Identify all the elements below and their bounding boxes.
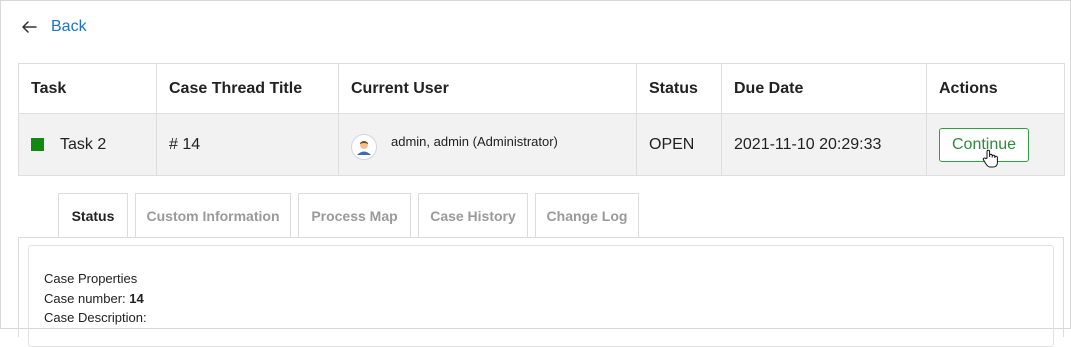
continue-button[interactable]: Continue (939, 127, 1030, 167)
tab-panel (18, 237, 1064, 347)
back-label[interactable]: Back (51, 18, 87, 36)
header-case-thread-title: Case Thread Title (156, 63, 339, 114)
current-user-cell: admin, admin (Administrator) (338, 113, 637, 176)
case-properties-box (28, 245, 1054, 347)
header-status: Status (636, 63, 722, 114)
case-number-label: Case number: (44, 290, 130, 306)
tab-status[interactable]: Status (58, 193, 128, 238)
table-row: Task 2 # 14 admin, admin (Administrator) (18, 113, 1065, 176)
user-avatar-icon (351, 133, 377, 160)
actions-cell: Continue (926, 113, 1065, 176)
arrow-left-icon (22, 21, 37, 33)
tab-change-log[interactable]: Change Log (535, 193, 639, 237)
due-date-cell: 2021-11-10 20:29:33 (721, 113, 927, 176)
case-number-row: Case number: 14 (44, 289, 147, 309)
user-name: admin, admin (Administrator) (391, 133, 558, 149)
tab-case-history[interactable]: Case History (418, 193, 528, 237)
task-status-square-icon (31, 138, 44, 151)
case-description-label: Case Description: (44, 310, 147, 325)
task-cell: Task 2 (18, 113, 157, 176)
status-cell: OPEN (636, 113, 722, 176)
header-due-date: Due Date (721, 63, 927, 114)
header-actions: Actions (926, 63, 1065, 114)
task-table: Task Case Thread Title Current User Stat… (18, 63, 1065, 176)
case-properties-heading: Case Properties (44, 271, 138, 286)
header-task: Task (18, 63, 157, 114)
case-tabs: Status Custom Information Process Map Ca… (58, 193, 646, 238)
task-name: Task 2 (60, 135, 107, 153)
case-number-value: 14 (129, 290, 144, 306)
thread-title-cell: # 14 (156, 113, 339, 176)
tab-custom-information[interactable]: Custom Information (135, 193, 291, 237)
tab-process-map[interactable]: Process Map (298, 193, 411, 237)
header-current-user: Current User (338, 63, 637, 114)
hand-cursor-icon (982, 149, 998, 167)
case-properties: Case Properties Case number: 14 Case Des… (44, 269, 147, 328)
back-link[interactable]: Back (18, 16, 87, 38)
